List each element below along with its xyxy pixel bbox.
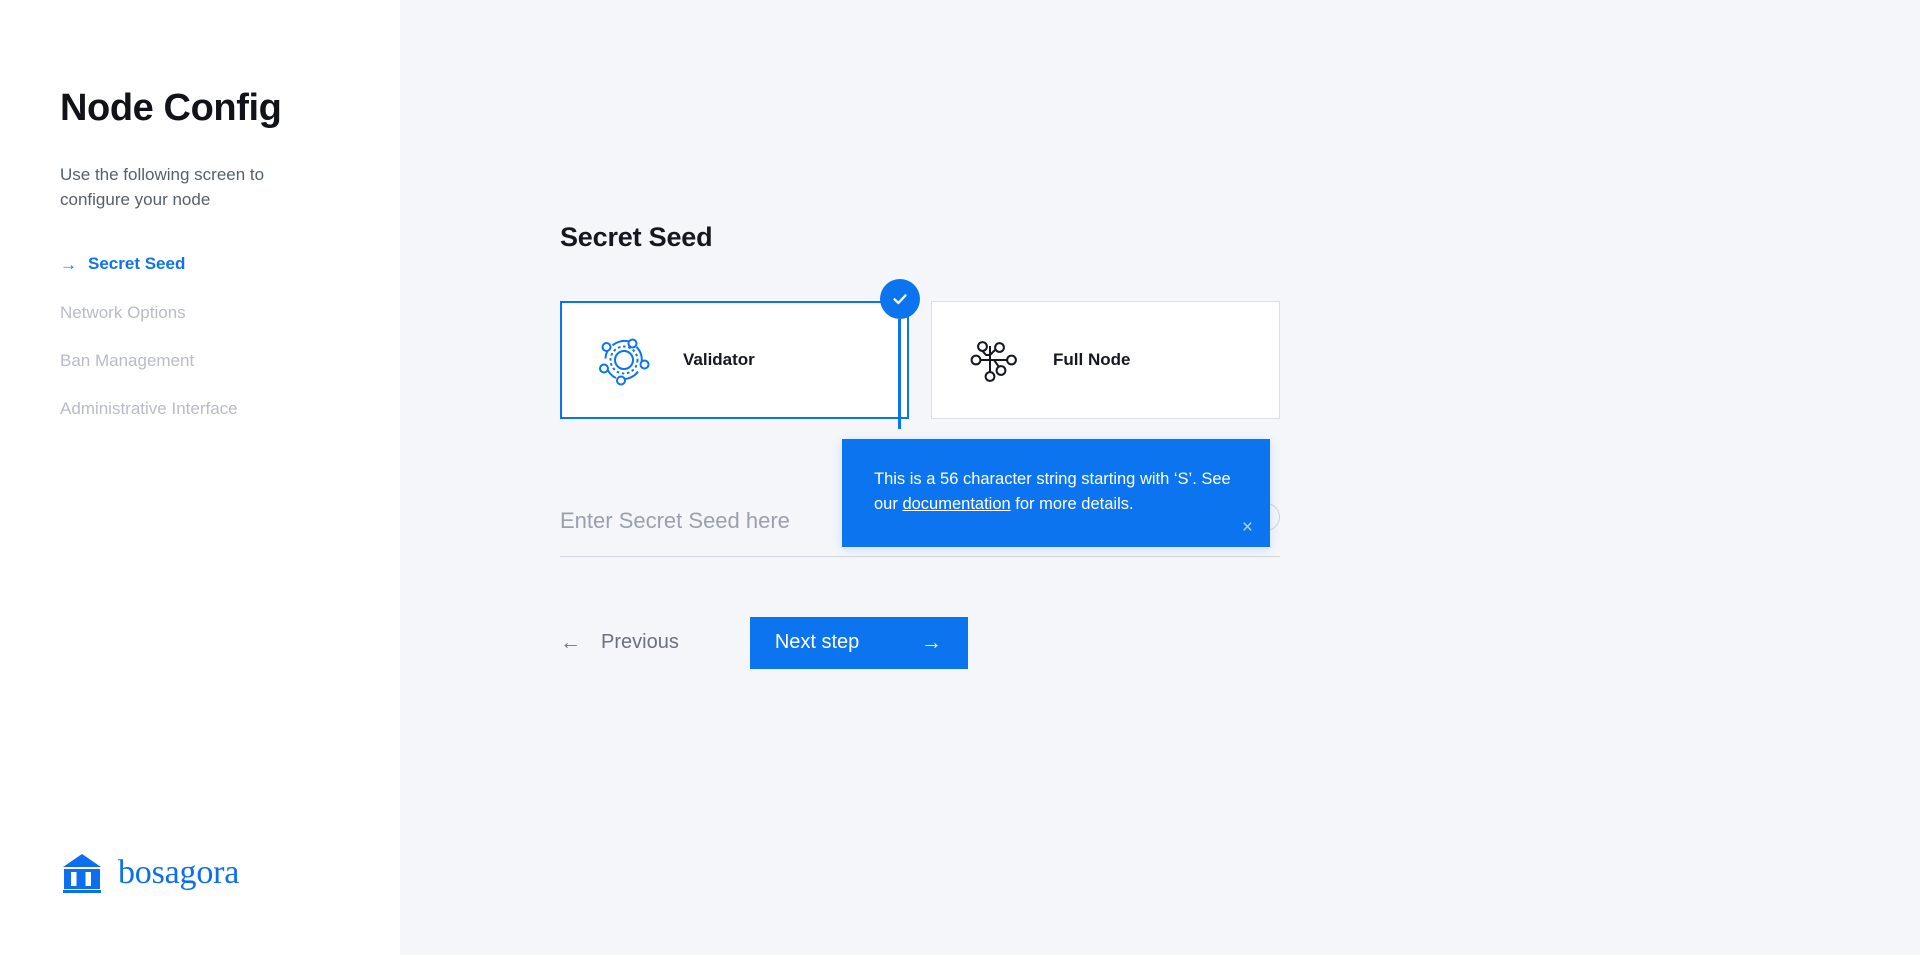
sidebar-nav: → Secret Seed Network Options Ban Manage… (60, 254, 400, 420)
documentation-link[interactable]: documentation (902, 495, 1010, 513)
sidebar-item-label: Administrative Interface (60, 399, 238, 419)
arrow-left-icon: ← (560, 631, 581, 655)
secret-seed-tooltip: This is a 56 character string starting w… (842, 439, 1270, 547)
node-type-label: Validator (683, 350, 755, 369)
sidebar-item-secret-seed[interactable]: → Secret Seed (60, 254, 400, 274)
main-content: Secret Seed Validator Full Node This is … (400, 0, 1920, 955)
sidebar-item-label: Ban Management (60, 350, 195, 370)
sidebar-item-label: Secret Seed (88, 254, 186, 274)
next-step-button[interactable]: Next step → (749, 616, 968, 669)
node-type-label: Full Node (1053, 350, 1131, 369)
validator-network-icon (599, 338, 650, 386)
previous-button[interactable]: ← Previous (560, 631, 679, 654)
node-type-card-validator[interactable]: Validator (560, 301, 910, 419)
node-type-card-full-node[interactable]: Full Node (931, 301, 1280, 419)
next-step-button-label: Next step (774, 631, 860, 654)
sidebar-item-label: Network Options (60, 302, 186, 322)
sidebar-item-network-options[interactable]: Network Options (60, 303, 400, 323)
previous-button-label: Previous (601, 631, 679, 654)
tooltip-text-after: for more details. (1010, 495, 1134, 514)
page-title: Node Config (60, 87, 282, 129)
sidebar-item-ban-management[interactable]: Ban Management (60, 351, 400, 371)
sidebar: Node Config Use the following screen to … (0, 0, 400, 955)
validator-selected-check-badge (880, 279, 920, 319)
brand-logo: bosagora (60, 851, 239, 895)
tooltip-close-icon[interactable]: × (1242, 518, 1253, 537)
arrow-right-icon: → (60, 254, 77, 274)
full-node-network-icon (970, 341, 1017, 382)
node-config-screen: Node Config Use the following screen to … (0, 0, 1920, 955)
wizard-actions: ← Previous Next step → (560, 616, 1280, 669)
check-icon (893, 294, 907, 305)
brand-name: bosagora (118, 854, 240, 891)
section-title: Secret Seed (560, 222, 713, 252)
sidebar-item-administrative-interface[interactable]: Administrative Interface (60, 399, 400, 419)
page-subtitle: Use the following screen to configure yo… (60, 164, 265, 209)
arrow-right-icon: → (920, 631, 942, 655)
bosagora-building-icon (63, 854, 101, 893)
badge-connector (898, 319, 901, 429)
node-type-selector: Validator Full Node This is a 56 charact… (560, 279, 1280, 547)
tooltip-text: This is a 56 character string starting w… (874, 467, 1238, 517)
